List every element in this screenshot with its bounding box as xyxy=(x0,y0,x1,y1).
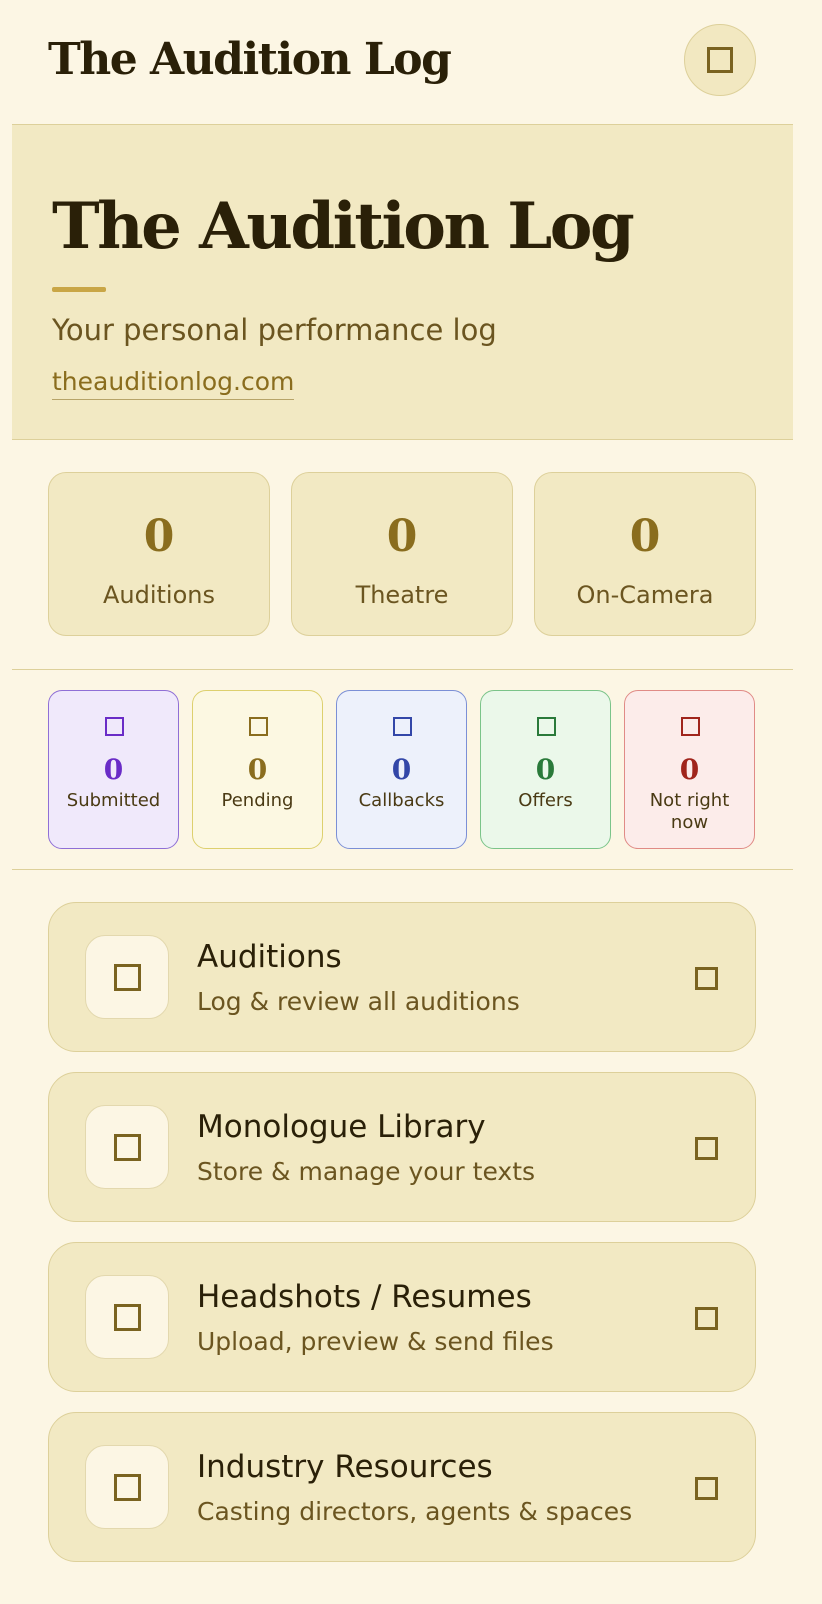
square-icon xyxy=(113,1133,141,1161)
status-label: Offers xyxy=(518,790,573,811)
square-icon xyxy=(707,47,733,73)
nav-icon-box xyxy=(85,1275,169,1359)
status-value: 0 xyxy=(247,753,268,786)
square-icon xyxy=(393,717,412,736)
status-card-callbacks[interactable]: 0 Callbacks xyxy=(336,690,467,849)
hero-title: The Audition Log xyxy=(52,189,635,264)
nav-card-headshots-resumes[interactable]: Headshots / Resumes Upload, preview & se… xyxy=(48,1242,756,1392)
nav-subtitle: Log & review all auditions xyxy=(197,987,520,1016)
section-divider xyxy=(12,869,793,870)
stat-value: 0 xyxy=(143,511,175,562)
nav-card-monologue-library[interactable]: Monologue Library Store & manage your te… xyxy=(48,1072,756,1222)
hero-section: The Audition Log Your personal performan… xyxy=(12,124,793,440)
status-card-offers[interactable]: 0 Offers xyxy=(480,690,611,849)
nav-icon-box xyxy=(85,1105,169,1189)
square-icon xyxy=(113,963,141,991)
square-icon xyxy=(537,717,556,736)
status-value: 0 xyxy=(103,753,124,786)
stat-label: Auditions xyxy=(102,581,215,609)
square-icon xyxy=(681,717,700,736)
hero-accent-rule xyxy=(52,287,106,292)
nav-icon-box xyxy=(85,935,169,1019)
nav-subtitle: Store & manage your texts xyxy=(197,1157,536,1186)
status-value: 0 xyxy=(535,753,556,786)
status-value: 0 xyxy=(391,753,412,786)
hero-tagline: Your personal performance log xyxy=(52,313,497,347)
nav-card-auditions[interactable]: Auditions Log & review all auditions xyxy=(48,902,756,1052)
stat-label: On-Camera xyxy=(576,581,714,609)
stat-value: 0 xyxy=(386,511,418,562)
nav-subtitle: Casting directors, agents & spaces xyxy=(197,1497,633,1526)
chevron-right-icon xyxy=(695,1137,718,1160)
status-value: 0 xyxy=(679,753,700,786)
menu-button[interactable] xyxy=(684,24,756,96)
square-icon xyxy=(113,1473,141,1501)
chevron-right-icon xyxy=(695,1477,718,1500)
square-icon xyxy=(249,717,268,736)
nav-subtitle: Upload, preview & send files xyxy=(197,1327,554,1356)
nav-title: Auditions xyxy=(197,939,342,975)
chevron-right-icon xyxy=(695,967,718,990)
status-label: Submitted xyxy=(66,790,161,811)
stat-card-theatre[interactable]: 0 Theatre xyxy=(291,472,513,636)
nav-icon-box xyxy=(85,1445,169,1529)
status-card-submitted[interactable]: 0 Submitted xyxy=(48,690,179,849)
stat-value: 0 xyxy=(629,511,661,562)
square-icon xyxy=(113,1303,141,1331)
stat-card-on-camera[interactable]: 0 On-Camera xyxy=(534,472,756,636)
stat-label: Theatre xyxy=(355,581,449,609)
top-bar: The Audition Log xyxy=(0,0,822,124)
nav-title: Monologue Library xyxy=(197,1109,486,1145)
status-label: Not right now xyxy=(649,790,730,833)
nav-card-industry-resources[interactable]: Industry Resources Casting directors, ag… xyxy=(48,1412,756,1562)
nav-title: Industry Resources xyxy=(197,1449,493,1485)
website-link[interactable]: theauditionlog.com xyxy=(52,367,295,400)
nav-title: Headshots / Resumes xyxy=(197,1279,532,1315)
section-divider xyxy=(12,669,793,670)
stat-card-auditions[interactable]: 0 Auditions xyxy=(48,472,270,636)
chevron-right-icon xyxy=(695,1307,718,1330)
square-icon xyxy=(105,717,124,736)
app-title: The Audition Log xyxy=(48,34,452,85)
status-card-pending[interactable]: 0 Pending xyxy=(192,690,323,849)
status-label: Callbacks xyxy=(358,790,445,811)
status-label: Pending xyxy=(221,790,294,811)
status-card-not-right-now[interactable]: 0 Not right now xyxy=(624,690,755,849)
